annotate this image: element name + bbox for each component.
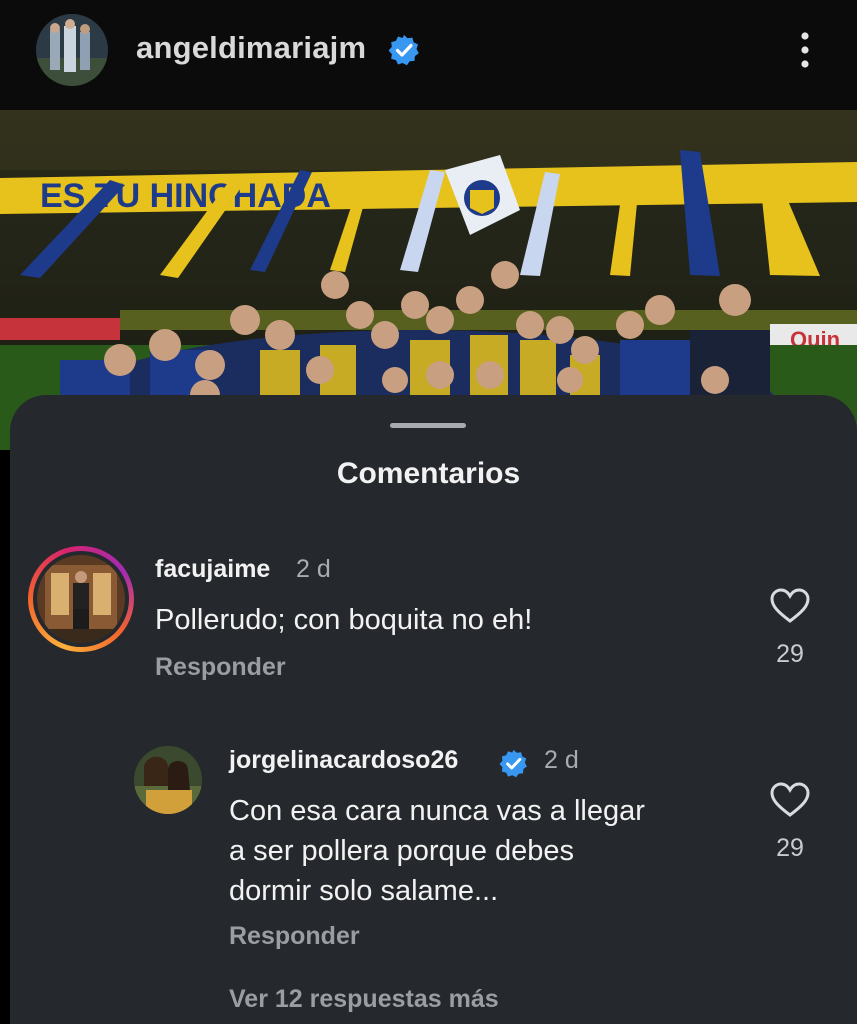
verified-badge-icon (499, 749, 527, 778)
like-count: 29 (776, 834, 804, 862)
sheet-drag-handle[interactable] (390, 423, 466, 428)
comment-text-line: Con esa cara nunca vas a llegar (229, 795, 645, 827)
reply-button[interactable]: Responder (155, 653, 286, 682)
comment-username[interactable]: facujaime (155, 555, 270, 584)
instagram-post-screen: angeldimariajm ES TU HINCHADA Quin Comen… (0, 0, 857, 1024)
heart-icon[interactable] (770, 782, 810, 818)
like-count: 29 (776, 640, 804, 668)
profile-avatar[interactable] (36, 14, 108, 86)
sheet-title: Comentarios (336, 457, 521, 490)
verified-badge-icon (388, 35, 419, 66)
post-header: angeldimariajm (0, 0, 857, 110)
comment-username[interactable]: jorgelinacardoso26 (229, 746, 458, 775)
commenter-avatar[interactable] (134, 746, 202, 814)
comment-text-line: a ser pollera porque debes (229, 835, 575, 867)
comments-sheet: Comentarios facujaime 2 d Pollerudo; con… (10, 395, 857, 1024)
comment-text-line: dormir solo salame... (229, 875, 499, 907)
more-options-icon[interactable] (790, 28, 820, 72)
comment-time: 2 d (296, 555, 331, 583)
comment-text: Pollerudo; con boquita no eh! (155, 604, 533, 636)
post-username[interactable]: angeldimariajm (136, 30, 366, 66)
comment-time: 2 d (544, 746, 579, 774)
commenter-avatar[interactable] (28, 546, 134, 652)
view-more-replies-button[interactable]: Ver 12 respuestas más (229, 985, 499, 1014)
reply-button[interactable]: Responder (229, 922, 360, 951)
heart-icon[interactable] (770, 588, 810, 624)
